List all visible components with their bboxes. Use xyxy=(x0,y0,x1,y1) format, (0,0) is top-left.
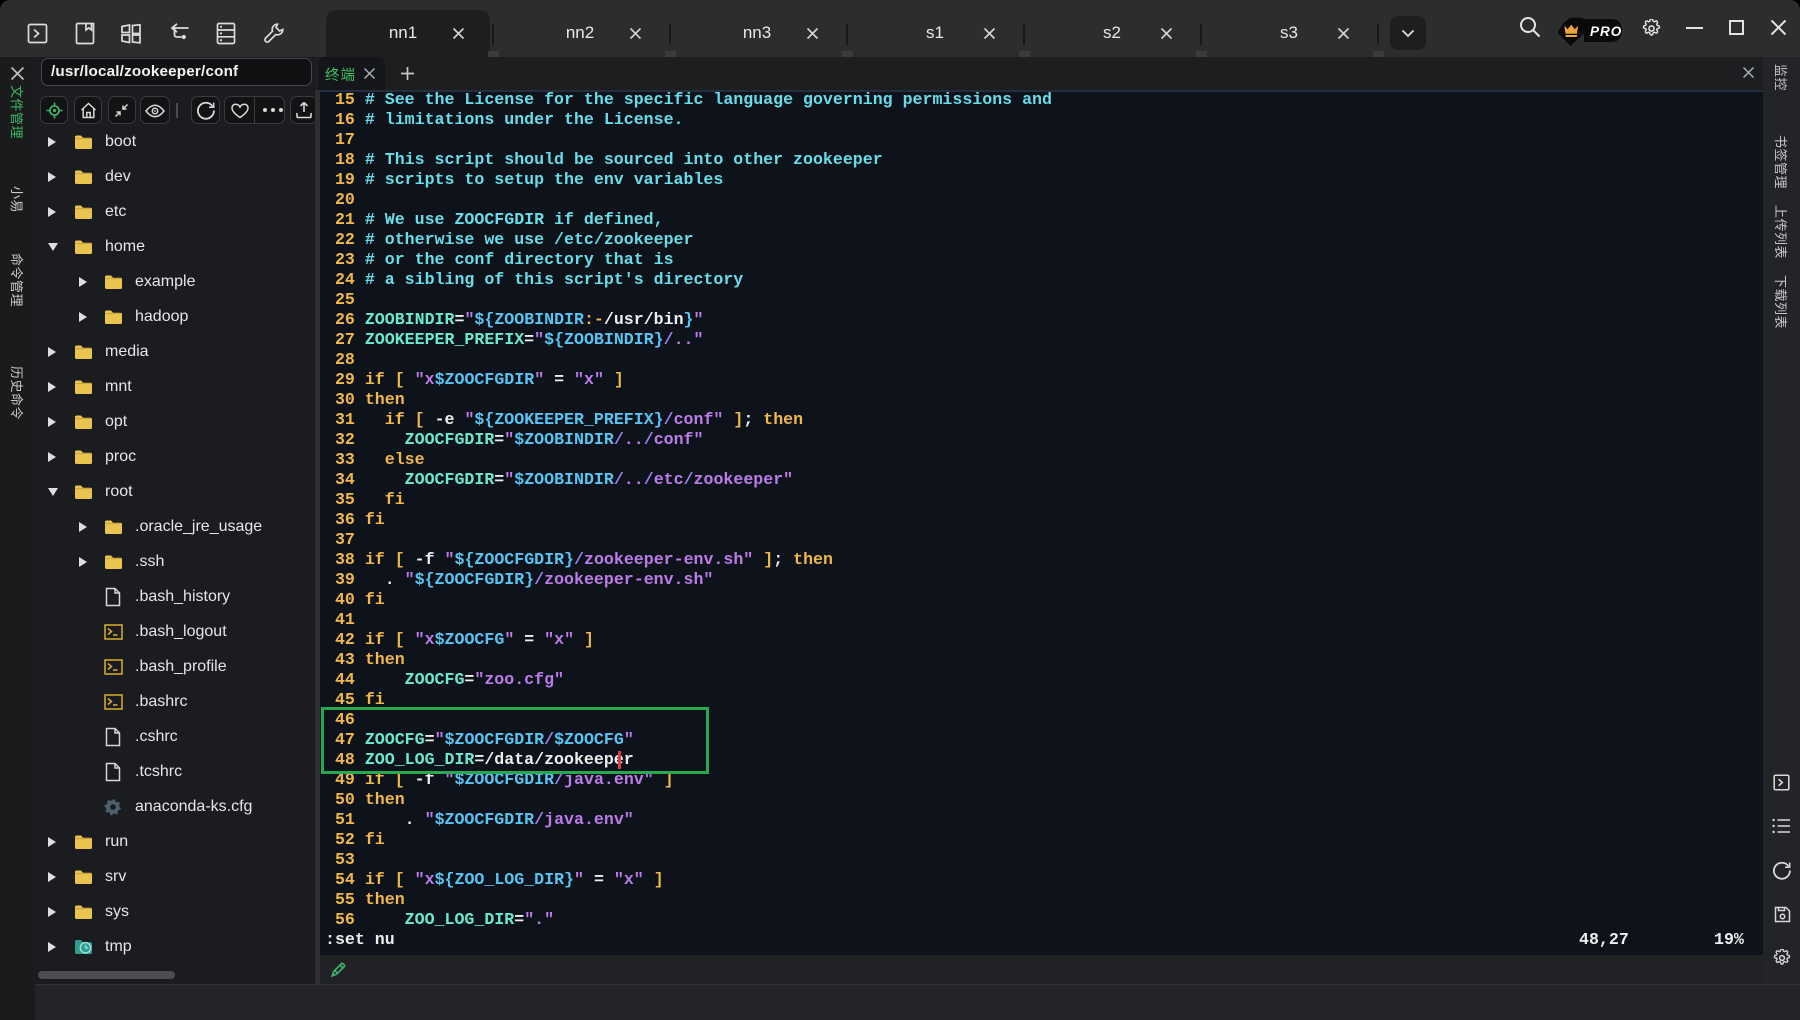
svg-text:PRO: PRO xyxy=(1590,24,1622,39)
